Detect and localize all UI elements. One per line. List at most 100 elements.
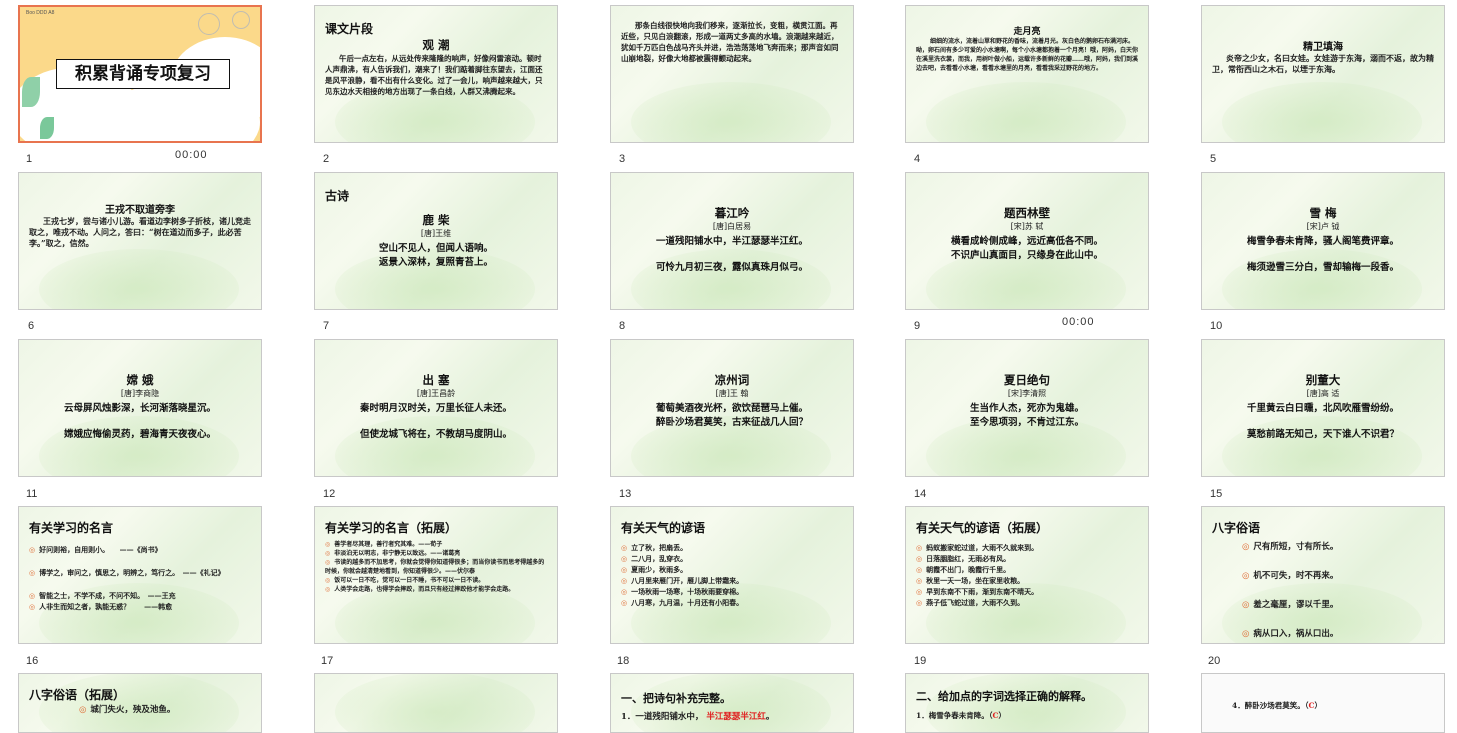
list-item: ◎ 二八月，乱穿衣。 [621,554,688,563]
slide-heading: 二、给加点的字词选择正确的解释。 [916,690,1092,703]
slide-thumbnail-6[interactable]: 王戎不取道旁李 王戎七岁，尝与诸小儿游。看道边李树多子折枝，诸儿竞走取之，唯戎不… [18,172,262,310]
slide-number: 17 [321,655,334,667]
slide-thumbnail-2[interactable]: 课文片段 观 潮 午后一点左右，从远处传来隆隆的响声，好像闷雷滚动。顿时人声鼎沸… [314,5,558,143]
slide-title: 凉州词 [714,373,750,387]
list-item: ◎ 机不可失，时不再来。 [1242,571,1339,581]
bullet-icon: ◎ [621,543,628,552]
slide-heading: 一、把诗句补充完整。 [621,692,731,705]
poem-line: 嫦娥应悔偷灵药，碧海青天夜夜心。 [63,429,216,440]
poem-line: 千里黄云白日曛，北风吹雁雪纷纷。 [1246,403,1399,414]
slide-thumbnail-13[interactable]: 凉州词 [唐]王 翰 葡萄美酒夜光杯，欲饮琵琶马上催。 醉卧沙场君莫笑，古来征战… [610,339,854,477]
poem-line: 生当作人杰，死亦为鬼雄。 [969,403,1084,414]
list-item: ◎ 书读的越多而不加思考，你就会觉得你知道得很多；而当你读书而思考得越多的时候，你… [325,559,545,575]
bullet-icon: ◎ [1242,600,1250,610]
list-item: ◎ 秋里一天一场，坐在家里收粮。 [916,576,1025,585]
bullet-icon: ◎ [325,577,331,584]
list-item: ◎ 好问则裕，自用则小。 ——《尚书》 [29,545,162,554]
bullet-icon: ◎ [79,705,87,715]
slide-heading: 有关天气的谚语 [621,521,706,535]
slide-number: 1 [26,153,33,165]
slide-title: 暮江吟 [714,206,750,220]
list-item: ◎ 城门失火，殃及池鱼。 [79,705,176,715]
poem-line: 葡萄美酒夜光杯，欲饮琵琶马上催。 [655,403,808,414]
slide-thumbnail-5[interactable]: 精卫填海 炎帝之少女，名曰女娃。女娃游于东海，溺而不返，故为精卫，常衔西山之木石… [1201,5,1445,143]
slide-thumbnail-3[interactable]: 那条白线很快地向我们移来，逐渐拉长，变粗，横贯江面。再近些，只见白浪翻滚，形成一… [610,5,854,143]
slide-number: 3 [619,153,626,165]
slide-author: [宋]卢 钺 [1306,222,1340,231]
question-line: 4．醉卧沙场君莫笑。（C） [1232,701,1322,710]
slide-background-glow [335,674,535,732]
slide-number: 19 [914,655,927,667]
slide-thumbnail-21[interactable]: 八字俗语（拓展） ◎ 城门失火，殃及池鱼。 [18,673,262,733]
list-item: ◎ 人类学会走路，也得学会摔跤，而且只有经过摔跤他才能学会走路。 [325,586,515,593]
slide-heading: 八字俗语 [1212,521,1261,535]
slide-thumbnail-20[interactable]: 八字俗语 ◎ 尺有所短，寸有所长。 ◎ 机不可失，时不再来。 ◎ 羞之毫厘，谬以千里。… [1201,506,1445,644]
slide-thumbnail-4[interactable]: 走月亮 细细的流水，流着山草和野花的香味，流着月光。灰白色的鹅卵石布满河床。呦，… [905,5,1149,143]
slide-prose: 细细的流水，流着山草和野花的香味，流着月光。灰白色的鹅卵石布满河床。呦，卵石间有… [916,38,1139,72]
poem-line: 至今思项羽，不肯过江东。 [969,417,1084,428]
bullet-icon: ◎ [325,541,331,548]
slide-heading: 有关学习的名言 [29,521,114,535]
slide-title: 积累背诵专项复习 [56,59,230,89]
slide-title: 王戎不取道旁李 [105,205,175,216]
list-item: ◎ 人非生而知之者，孰能无惑？ ——韩愈 [29,602,173,611]
lightbulb-icon [232,11,250,29]
slide-title: 观 潮 [422,38,450,52]
slide-thumbnail-18[interactable]: 有关天气的谚语 ◎ 立了秋，把扇丢。 ◎ 二八月，乱穿衣。 ◎ 夏雨少，秋雨多。 ◎ 八… [610,506,854,644]
slide-author: [唐]王 翰 [715,389,749,398]
slide-prose: 那条白线很快地向我们移来，逐渐拉长，变粗，横贯江面。再近些，只见白浪翻滚，形成一… [621,21,839,63]
slide-number: 16 [26,655,39,667]
bullet-icon: ◎ [916,554,923,563]
slide-number: 5 [1210,153,1217,165]
bullet-icon: ◎ [916,543,923,552]
list-item: ◎ 日落胭脂红，无雨必有风。 [916,554,1011,563]
slide-thumbnail-15[interactable]: 别董大 [唐]高 适 千里黄云白日曛，北风吹雁雪纷纷。 莫愁前路无知己，天下谁人… [1201,339,1445,477]
slide-author: [唐]王昌龄 [416,389,456,398]
slide-number: 4 [914,153,921,165]
slide-number: 20 [1208,655,1221,667]
list-item: ◎ 羞之毫厘，谬以千里。 [1242,600,1339,610]
list-item: ◎ 尺有所短，寸有所长。 [1242,542,1339,552]
slide-thumbnail-11[interactable]: 嫦 娥 [唐]李商隐 云母屏风烛影深，长河渐落晓星沉。 嫦娥应悔偷灵药，碧海青天… [18,339,262,477]
slide-thumbnail-16[interactable]: 有关学习的名言 ◎ 好问则裕，自用则小。 ——《尚书》 ◎ 博学之，审问之，慎思之，… [18,506,262,644]
slide-thumbnail-17[interactable]: 有关学习的名言（拓展） ◎ 善学者尽其理，善行者究其难。——荀子 ◎ 非淡泊无以明志… [314,506,558,644]
poem-line: 返景入深林，复照青苔上。 [378,257,493,268]
slide-thumbnail-24[interactable]: 二、给加点的字词选择正确的解释。 1．梅雪争春未肯降。（C） [905,673,1149,733]
poem-line: 莫愁前路无知己，天下谁人不识君？ [1246,429,1399,440]
slide-thumbnail-7[interactable]: 古诗 鹿 柴 [唐]王维 空山不见人，但闻人语响。 返景入深林，复照青苔上。 [314,172,558,310]
slide-heading: 古诗 [325,189,350,203]
slide-thumbnail-9[interactable]: 题西林壁 [宋]苏 轼 横看成岭侧成峰，远近高低各不同。 不识庐山真面目，只缘身… [905,172,1149,310]
slide-thumbnail-25[interactable]: 4．醉卧沙场君莫笑。（C） [1201,673,1445,733]
list-item: ◎ 朝霞不出门，晚霞行千里。 [916,565,1011,574]
slide-thumbnail-8[interactable]: 暮江吟 [唐]白居易 一道残阳铺水中，半江瑟瑟半江红。 可怜九月初三夜，露似真珠… [610,172,854,310]
slide-title: 走月亮 [1013,27,1041,37]
slide-title: 雪 梅 [1309,206,1337,220]
slide-author: [宋]苏 轼 [1010,222,1044,231]
list-item: ◎ 八月里来雁门开，雁儿脚上带霜来。 [621,576,744,585]
slide-number: 18 [617,655,630,667]
slide-thumbnail-22[interactable] [314,673,558,733]
leaf-icon [22,77,40,107]
bullet-icon: ◎ [29,545,36,554]
poem-line: 梅须逊雪三分白，雪却输梅一段香。 [1246,262,1399,273]
slide-thumbnail-12[interactable]: 出 塞 [唐]王昌龄 秦时明月汉时关，万里长征人未还。 但使龙城飞将在，不教胡马… [314,339,558,477]
bullet-icon: ◎ [916,565,923,574]
slide-thumbnail-19[interactable]: 有关天气的谚语（拓展） ◎ 蚂蚁搬家蛇过道，大雨不久就来到。 ◎ 日落胭脂红，无雨必… [905,506,1149,644]
bullet-icon: ◎ [325,586,331,593]
slide-thumbnail-23[interactable]: 一、把诗句补充完整。 1．一道残阳铺水中， 半江瑟瑟半江红。 [610,673,854,733]
list-item: ◎ 智能之士，不学不成，不问不知。 ——王充 [29,591,176,600]
slide-title: 别董大 [1305,373,1341,387]
bullet-icon: ◎ [621,598,628,607]
slide-number: 14 [914,488,927,500]
bullet-icon: ◎ [29,602,36,611]
slide-heading: 有关学习的名言（拓展） [325,521,458,535]
bullet-icon: ◎ [29,591,36,600]
leaf-icon [40,117,54,139]
bullet-icon: ◎ [325,559,331,566]
slide-author: [唐]高 适 [1306,389,1340,398]
poem-line: 可怜九月初三夜，露似真珠月似弓。 [655,262,808,273]
slide-thumbnail-1[interactable]: Boo DDD A8 积累背诵专项复习 [18,5,262,143]
slide-thumbnail-14[interactable]: 夏日绝句 [宋]李清照 生当作人杰，死亦为鬼雄。 至今思项羽，不肯过江东。 [905,339,1149,477]
slide-thumbnail-10[interactable]: 雪 梅 [宋]卢 钺 梅雪争春未肯降，骚人阁笔费评章。 梅须逊雪三分白，雪却输梅… [1201,172,1445,310]
slide-title: 鹿 柴 [422,213,450,227]
